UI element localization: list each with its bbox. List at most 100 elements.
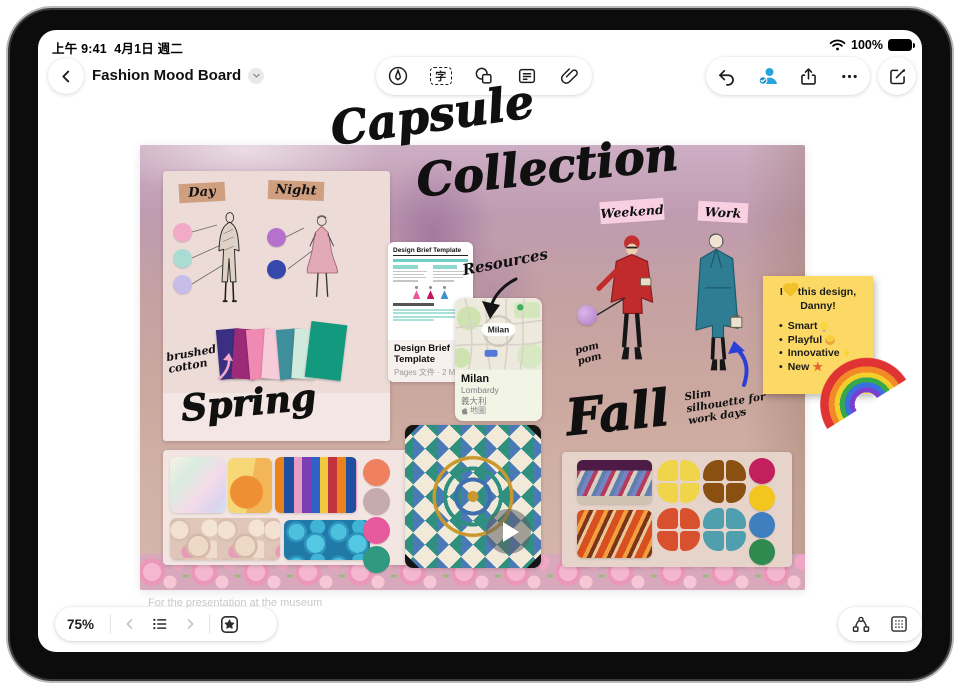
battery-icon [888, 39, 912, 51]
node-graph-icon [851, 614, 871, 634]
divider [209, 614, 210, 634]
clover-shape-brown[interactable] [703, 460, 746, 503]
share-button[interactable] [792, 59, 826, 93]
blue-arrow-icon[interactable] [724, 340, 750, 388]
text-tool-icon: 字 [430, 67, 452, 85]
fall-color-dots [749, 458, 775, 566]
spring-handwriting: Spring [180, 379, 318, 427]
spring-photos-card[interactable] [163, 450, 410, 565]
sticky-title: Ithis design, Danny! [769, 286, 867, 313]
doc-highlight-bar [393, 259, 468, 262]
chevron-down-icon [252, 71, 261, 80]
compose-icon [887, 66, 908, 87]
chevron-right-icon [183, 617, 197, 631]
clover-shape-yellow[interactable] [657, 460, 700, 503]
fabric-swatches [218, 323, 344, 379]
star-square-icon [219, 614, 240, 635]
sticky-item: Playful [779, 334, 867, 346]
grid-snap-button[interactable] [884, 609, 914, 639]
spring-mood-card[interactable]: Day Night [163, 171, 390, 441]
media-tool-button[interactable] [553, 59, 587, 93]
map-pin-label: Milan [488, 325, 509, 335]
abstract-shapes-photo[interactable] [228, 458, 272, 513]
mosaic-video-tile[interactable] [405, 425, 541, 568]
canvas-caption[interactable]: For the presentation at the museum [148, 597, 322, 609]
resources-handwriting[interactable]: Resources [461, 245, 549, 279]
divider [110, 614, 111, 634]
markup-tool-button[interactable] [381, 59, 415, 93]
day-outfit-sketch [205, 203, 253, 315]
ellipsis-icon [839, 66, 860, 87]
screenshot: 上午 9:41 4月1日 週二 100% Fashion Mood Board [0, 0, 960, 689]
doc-heading: Design Brief Template [393, 247, 468, 256]
title-menu-button[interactable] [248, 68, 264, 84]
pink-arrow-icon [215, 353, 235, 381]
doc-fashion-figures [393, 286, 468, 299]
battery-percent: 100% [851, 38, 883, 52]
status-indicators: 100% [829, 38, 912, 52]
navigation-bar: 75% [55, 607, 277, 641]
work-label[interactable]: Work [698, 201, 749, 224]
board-title-row[interactable]: Fashion Mood Board [92, 67, 264, 84]
actions-toolbar [706, 57, 870, 95]
night-label: Night [268, 180, 325, 201]
new-board-button[interactable] [878, 57, 916, 95]
markup-pen-icon [387, 65, 409, 87]
collaboration-button[interactable] [751, 59, 785, 93]
undo-icon [716, 66, 737, 87]
more-button[interactable] [833, 59, 867, 93]
canvas-backdrop[interactable]: Day Night [140, 145, 805, 590]
zoom-level-button[interactable]: 75% [55, 617, 106, 632]
back-button[interactable] [48, 58, 84, 94]
colorful-sticks-photo[interactable] [275, 457, 357, 513]
favorites-button[interactable] [214, 609, 244, 639]
boards-list-button[interactable] [145, 609, 175, 639]
yellow-heart-emoji [784, 284, 797, 297]
wifi-icon [829, 39, 846, 51]
watercolor-photo[interactable] [170, 457, 225, 513]
fall-patterns-card[interactable] [562, 452, 792, 567]
doc-columns [393, 265, 468, 283]
map-place-name: Milan [461, 373, 536, 385]
alignment-guides-button[interactable] [846, 609, 876, 639]
undo-button[interactable] [710, 59, 744, 93]
ipad-frame: 上午 9:41 4月1日 週二 100% Fashion Mood Board [6, 6, 954, 683]
turquoise-stones-photo[interactable] [284, 520, 370, 560]
share-icon [798, 66, 819, 87]
map-footer: Milan Lombardy 義大利 地圖 [455, 370, 542, 421]
black-arrow-icon [478, 275, 520, 321]
map-country: 義大利 [461, 396, 536, 407]
fall-handwriting[interactable]: Fall [564, 383, 672, 444]
heading-capsule-handwriting[interactable]: Capsule [328, 78, 537, 152]
chevron-left-icon [123, 617, 137, 631]
zigzag-knit-photo[interactable] [577, 460, 652, 504]
grinning-face-emoji [825, 335, 835, 345]
play-button[interactable] [486, 509, 531, 554]
board-title[interactable]: Fashion Mood Board [92, 67, 241, 84]
night-color-dots [267, 228, 286, 292]
dotted-square-icon [889, 614, 909, 634]
freeform-app-screen: 上午 9:41 4月1日 週二 100% Fashion Mood Board [38, 30, 922, 652]
map-region: Lombardy [461, 385, 536, 396]
chevron-left-icon [58, 68, 75, 85]
night-outfit-sketch [295, 205, 347, 315]
list-icon [151, 615, 169, 633]
clover-shape-red[interactable] [657, 508, 700, 551]
day-color-dots [173, 223, 192, 301]
paperclip-icon [559, 65, 581, 87]
orange-weave-photo[interactable] [577, 510, 652, 558]
nav-forward-button[interactable] [175, 609, 205, 639]
map-provider: 地圖 [470, 406, 486, 416]
status-date: 4月1日 週二 [114, 42, 183, 56]
status-time-date: 上午 9:41 4月1日 週二 [52, 38, 183, 57]
day-label: Day [179, 182, 226, 203]
nav-back-button[interactable] [115, 609, 145, 639]
pom-color-dot[interactable] [577, 305, 597, 325]
roses-photo[interactable] [170, 518, 280, 560]
weekend-label[interactable]: Weekend [599, 198, 664, 224]
collaboration-icon [756, 64, 780, 88]
spring-color-dots [363, 459, 390, 575]
status-time: 上午 9:41 [52, 42, 107, 56]
clover-shape-teal[interactable] [703, 508, 746, 551]
apple-logo-icon [461, 407, 468, 415]
